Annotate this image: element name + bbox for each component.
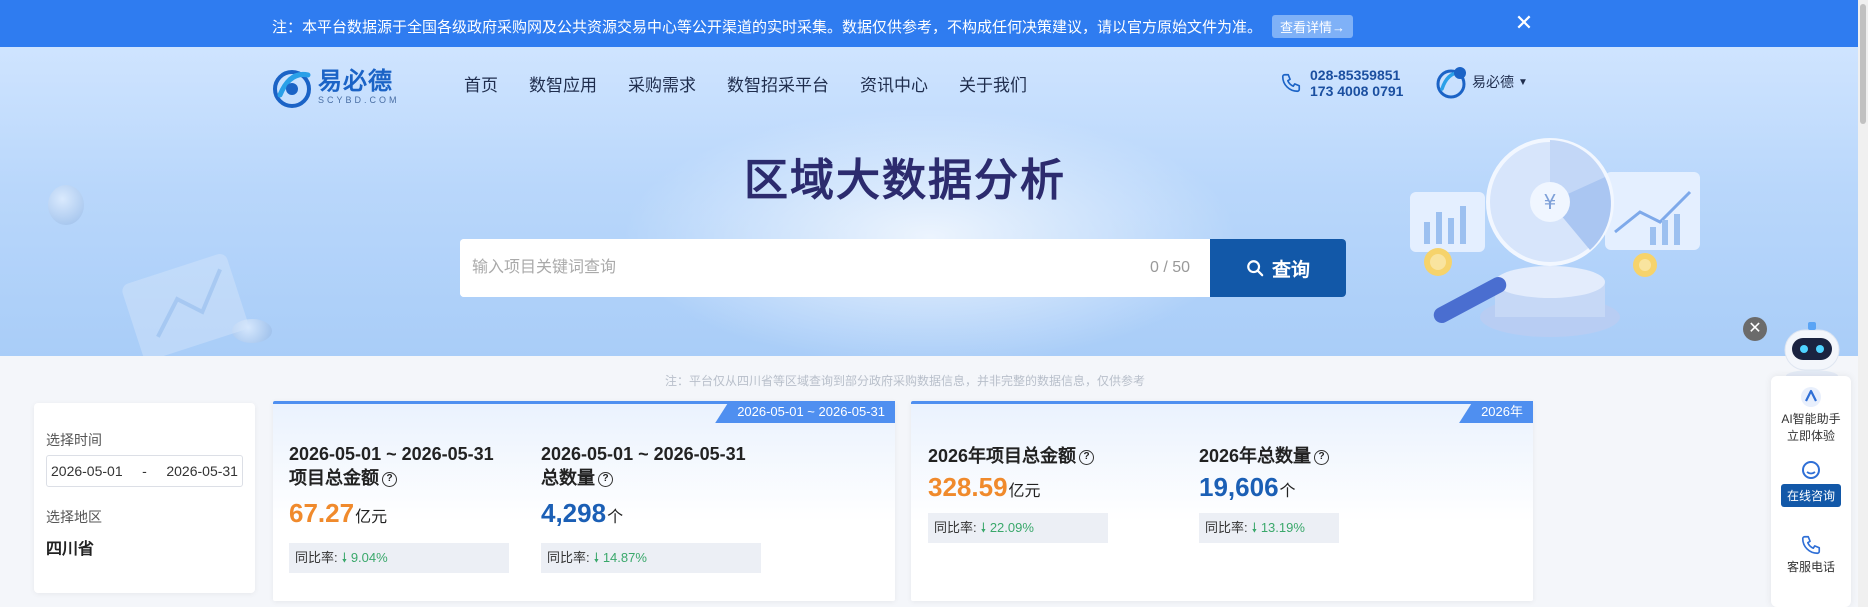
- range-amount-title: 项目总金额: [289, 468, 379, 488]
- floating-service-panel: AI智能助手 立即体验 在线咨询 客服电话: [1771, 376, 1851, 607]
- range-amount-unit: 亿元: [355, 509, 388, 526]
- svg-text:¥: ¥: [1544, 190, 1557, 214]
- close-icon[interactable]: ✕: [1743, 317, 1767, 341]
- scrollbar-thumb[interactable]: [1860, 4, 1866, 124]
- avatar: [1436, 67, 1466, 99]
- range-amount-stat: 2026-05-01 ~ 2026-05-31 项目总金额? 67.27亿元 同…: [289, 442, 509, 573]
- arrow-down-icon: 🠗: [1251, 520, 1258, 535]
- search-input[interactable]: [460, 239, 1130, 297]
- nav-news[interactable]: 资讯中心: [860, 71, 928, 96]
- online-consult-button[interactable]: 在线咨询: [1771, 460, 1851, 507]
- range-count-unit: 个: [607, 509, 624, 526]
- search-icon: [1247, 260, 1264, 277]
- ai-assistant-sub: 立即体验: [1786, 429, 1835, 443]
- help-icon[interactable]: ?: [1314, 449, 1330, 465]
- range-stats-card: 2026-05-01 ~ 2026-05-31 2026-05-01 ~ 202…: [273, 401, 895, 601]
- search-bar: 0 / 50 查询: [460, 239, 1346, 297]
- arrow-down-icon: 🠗: [341, 550, 348, 565]
- range-tag: 2026-05-01 ~ 2026-05-31: [715, 401, 895, 423]
- nav-about[interactable]: 关于我们: [959, 71, 1027, 96]
- year-stats-card: 2026年 2026年项目总金额? 328.59亿元 同比率: 🠗 22.09% …: [911, 401, 1533, 601]
- notice-bar: 注：本平台数据源于全国各级政府采购网及公共资源交易中心等公开渠道的实时采集。数据…: [0, 0, 1858, 47]
- arrow-down-icon: 🠗: [980, 520, 987, 535]
- phone-icon: [1801, 535, 1821, 555]
- search-char-count: 0 / 50: [1149, 259, 1191, 276]
- help-icon[interactable]: ?: [382, 471, 397, 487]
- year-count-value: 19,606: [1199, 472, 1279, 502]
- range-count-period: 2026-05-01 ~ 2026-05-31: [541, 444, 746, 464]
- year-amount-unit: 亿元: [1008, 483, 1041, 500]
- time-filter-label: 选择时间: [46, 432, 102, 448]
- year-count-yoy: 同比率: 🠗 13.19%: [1199, 513, 1339, 543]
- hero-section: 易必德 SCYBD.COM 首页 数智应用 采购需求 数智招采平台 资讯中心 关…: [0, 47, 1858, 356]
- data-analysis-illustration: ¥: [1410, 138, 1700, 337]
- nav-procurement[interactable]: 采购需求: [628, 71, 696, 96]
- yoy-value: 22.09%: [989, 520, 1034, 535]
- range-count-value: 4,298: [541, 498, 607, 528]
- logo-icon: [273, 70, 311, 108]
- date-start[interactable]: 2026-05-01: [51, 463, 123, 479]
- notice-detail-link[interactable]: 查看详情→: [1272, 15, 1354, 38]
- site-logo[interactable]: 易必德 SCYBD.COM: [270, 65, 400, 109]
- customer-phone-label: 客服电话: [1786, 560, 1835, 574]
- notice-close-icon[interactable]: ✕: [1512, 11, 1536, 35]
- help-icon[interactable]: ?: [1079, 449, 1095, 465]
- range-count-yoy: 同比率: 🠗 14.87%: [541, 543, 761, 573]
- region-filter-label: 选择地区: [46, 509, 102, 525]
- phone-icon: [1281, 73, 1301, 93]
- range-amount-period: 2026-05-01 ~ 2026-05-31: [289, 444, 494, 464]
- year-amount-title: 2026年项目总金额: [928, 446, 1077, 466]
- contact-phones: 028-85359851 173 4008 0791: [1280, 67, 1403, 99]
- ai-assistant-icon: [1801, 387, 1821, 407]
- customer-phone-button[interactable]: 客服电话: [1771, 534, 1851, 575]
- yoy-label: 同比率:: [934, 520, 977, 535]
- year-count-stat: 2026年总数量? 19,606个 同比率: 🠗 13.19%: [1199, 444, 1339, 543]
- date-range-picker[interactable]: 2026-05-01 - 2026-05-31: [46, 455, 243, 487]
- help-icon[interactable]: ?: [598, 471, 613, 487]
- date-separator: -: [142, 463, 147, 479]
- range-amount-value: 67.27: [289, 498, 355, 528]
- phone-number-1: 028-85359851: [1310, 67, 1401, 83]
- yoy-label: 同比率:: [1205, 520, 1248, 535]
- nav-platform[interactable]: 数智招采平台: [727, 71, 829, 96]
- user-menu[interactable]: 易必德 ▼: [1434, 65, 1528, 99]
- yoy-label: 同比率:: [295, 550, 338, 565]
- decorative-card-icon: [122, 254, 248, 356]
- search-button-label: 查询: [1271, 259, 1310, 281]
- chat-icon: [1802, 461, 1820, 479]
- notice-text: 注：本平台数据源于全国各级政府采购网及公共资源交易中心等公开渠道的实时采集。数据…: [272, 15, 1354, 38]
- yoy-value: 9.04%: [350, 550, 388, 565]
- logo-domain: SCYBD.COM: [318, 95, 400, 105]
- region-selector[interactable]: 四川省: [46, 535, 94, 559]
- main-nav: 首页 数智应用 采购需求 数智招采平台 资讯中心 关于我们: [464, 71, 1058, 96]
- range-amount-yoy: 同比率: 🠗 9.04%: [289, 543, 509, 573]
- range-count-title: 总数量: [541, 468, 595, 488]
- ai-assistant-button[interactable]: AI智能助手 立即体验: [1771, 386, 1851, 444]
- user-name: 易必德: [1472, 74, 1514, 90]
- yoy-label: 同比率:: [547, 550, 590, 565]
- yoy-value: 13.19%: [1260, 520, 1305, 535]
- year-count-title: 2026年总数量: [1199, 446, 1312, 466]
- year-amount-stat: 2026年项目总金额? 328.59亿元 同比率: 🠗 22.09%: [928, 444, 1108, 543]
- online-consult-label: 在线咨询: [1780, 484, 1841, 507]
- year-amount-yoy: 同比率: 🠗 22.09%: [928, 513, 1108, 543]
- arrow-down-icon: 🠗: [593, 550, 600, 565]
- nav-home[interactable]: 首页: [464, 71, 498, 96]
- logo-name: 易必德: [318, 68, 393, 95]
- notice-message: 注：本平台数据源于全国各级政府采购网及公共资源交易中心等公开渠道的实时采集。数据…: [272, 19, 1263, 36]
- yoy-value: 14.87%: [602, 550, 647, 565]
- range-count-stat: 2026-05-01 ~ 2026-05-31 总数量? 4,298个 同比率:…: [541, 442, 761, 573]
- year-tag: 2026年: [1459, 401, 1533, 423]
- filter-panel: 选择时间 2026-05-01 - 2026-05-31 选择地区 四川省: [34, 403, 255, 593]
- phone-number-2: 173 4008 0791: [1310, 83, 1404, 99]
- date-end[interactable]: 2026-05-31: [166, 463, 238, 479]
- data-disclaimer: 注：平台仅从四川省等区域查询到部分政府采购数据信息，并非完整的数据信息，仅供参考: [664, 374, 1145, 388]
- chevron-down-icon: ▼: [1518, 76, 1528, 88]
- ai-assistant-label: AI智能助手: [1781, 412, 1841, 426]
- nav-data-apps[interactable]: 数智应用: [529, 71, 597, 96]
- year-count-unit: 个: [1279, 483, 1296, 500]
- search-button[interactable]: 查询: [1210, 239, 1346, 297]
- year-amount-value: 328.59: [928, 472, 1008, 502]
